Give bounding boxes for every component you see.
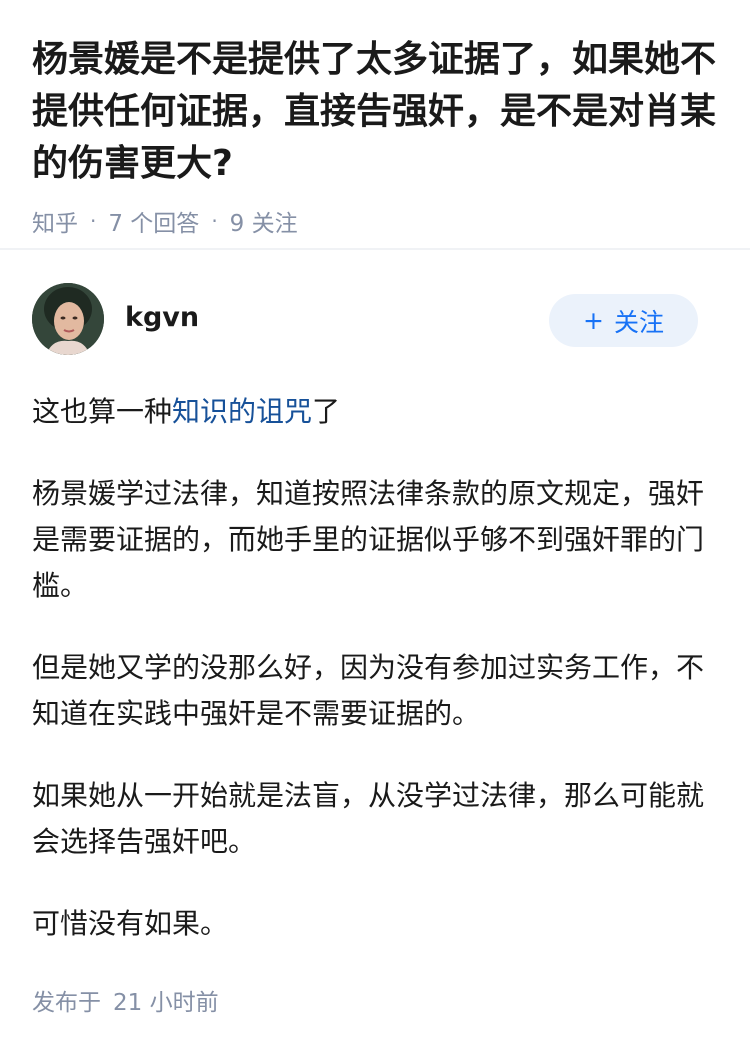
follow-label: 关注	[613, 307, 664, 337]
paragraph-text: 了	[312, 395, 341, 428]
source-label[interactable]: 知乎	[32, 204, 78, 238]
author-row: kgvn + 关注	[32, 250, 718, 370]
follow-button[interactable]: + 关注	[549, 294, 698, 347]
paragraph: 杨景媛学过法律，知道按照法律条款的原文规定，强奸是需要证据的，而她手里的证据似乎…	[32, 477, 705, 602]
answer-content: 这也算一种知识的诅咒了 杨景媛学过法律，知道按照法律条款的原文规定，强奸是需要证…	[32, 389, 718, 947]
avatar-image	[32, 283, 104, 355]
paragraph: 可惜没有如果。	[32, 907, 229, 940]
paragraph: 但是她又学的没那么好，因为没有参加过实务工作，不知道在实践中强奸是不需要证据的。	[32, 651, 705, 730]
published-time[interactable]: 21 小时前	[113, 983, 219, 1017]
keyword-link[interactable]: 知识的诅咒	[172, 395, 312, 428]
published-label: 发布于	[32, 990, 101, 1016]
author-name[interactable]: kgvn	[125, 302, 199, 333]
meta-separator: ·	[90, 209, 97, 233]
paragraph: 如果她从一开始就是法盲，从没学过法律，那么可能就会选择告强奸吧。	[32, 779, 705, 858]
question-meta: 知乎 · 7 个回答 · 9 关注	[32, 204, 718, 238]
meta-separator: ·	[211, 209, 218, 233]
answers-count[interactable]: 7 个回答	[108, 204, 199, 238]
question-title[interactable]: 杨景媛是不是提供了太多证据了，如果她不提供任何证据，直接告强奸，是不是对肖某的伤…	[32, 34, 718, 190]
followers-count[interactable]: 9 关注	[230, 204, 298, 238]
paragraph: 这也算一种知识的诅咒了	[32, 389, 718, 435]
question-header: 杨景媛是不是提供了太多证据了，如果她不提供任何证据，直接告强奸，是不是对肖某的伤…	[0, 0, 750, 250]
post-time: 发布于 21 小时前	[32, 983, 718, 1017]
avatar[interactable]	[32, 283, 104, 355]
paragraph-text: 这也算一种	[32, 395, 173, 428]
answer-card: kgvn + 关注 这也算一种知识的诅咒了 杨景媛学过法律，知道按照法律条款的原…	[0, 250, 750, 1017]
plus-icon: +	[583, 306, 604, 335]
